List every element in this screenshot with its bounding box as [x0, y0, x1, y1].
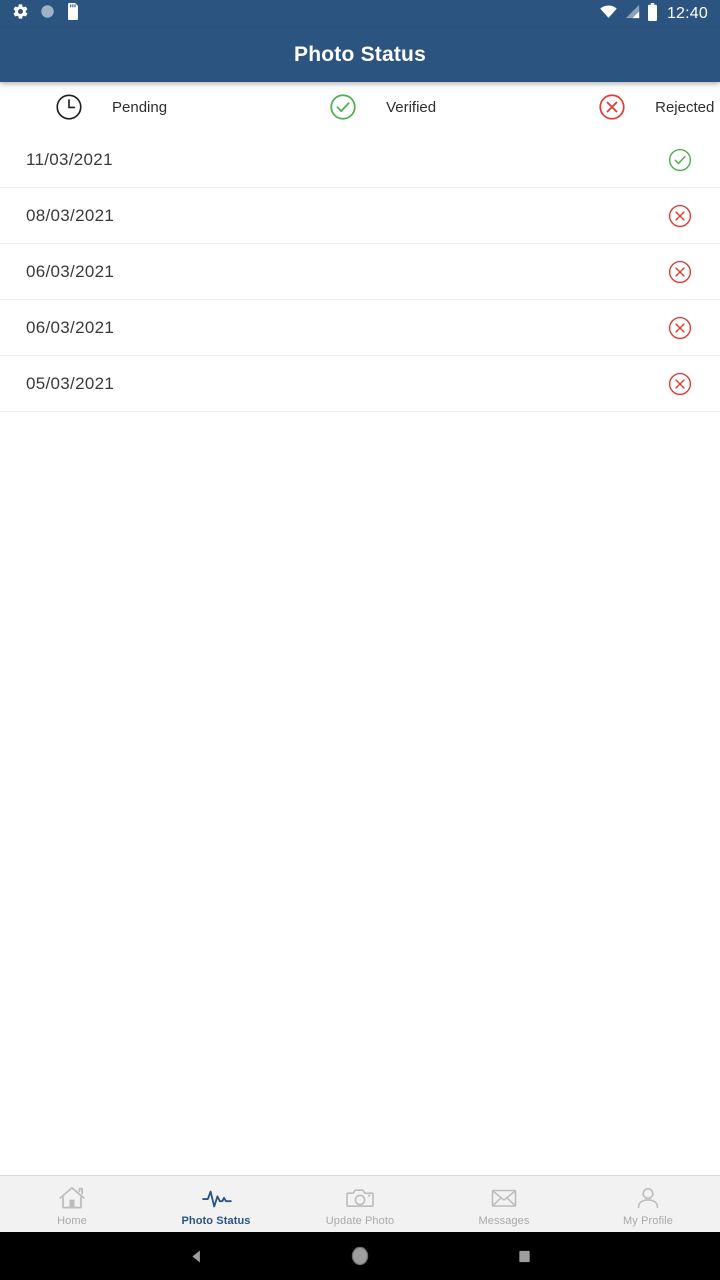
status-bar-right-icons: 12:40 — [599, 2, 708, 26]
clock-icon — [54, 92, 84, 122]
nav-item-update-photo[interactable]: Update Photo — [288, 1176, 432, 1232]
cellular-signal-icon — [624, 4, 641, 24]
circle-indicator-icon — [40, 4, 55, 24]
pulse-icon — [201, 1184, 232, 1212]
legend-label-pending: Pending — [112, 98, 168, 116]
table-row[interactable]: 05/03/2021 — [0, 356, 720, 412]
row-date: 05/03/2021 — [26, 373, 115, 393]
nav-item-messages[interactable]: Messages — [432, 1176, 576, 1232]
back-button[interactable] — [174, 1234, 218, 1278]
sd-card-icon — [66, 3, 80, 25]
nav-label-my-profile: My Profile — [623, 1215, 673, 1227]
legend-item-rejected: Rejected — [597, 82, 714, 132]
bottom-navigation: Home Photo Status Update Photo Messages … — [0, 1175, 720, 1232]
nav-label-update-photo: Update Photo — [325, 1215, 395, 1227]
status-bar-clock: 12:40 — [666, 5, 708, 22]
table-row[interactable]: 11/03/2021 — [0, 132, 720, 188]
x-circle-icon — [667, 315, 693, 341]
check-circle-icon — [328, 92, 358, 122]
table-row[interactable]: 06/03/2021 — [0, 300, 720, 356]
nav-item-photo-status[interactable]: Photo Status — [144, 1176, 288, 1232]
page-title: Photo Status — [294, 43, 426, 66]
status-bar-left-icons — [12, 3, 80, 25]
row-date: 06/03/2021 — [26, 317, 115, 337]
home-icon — [57, 1184, 87, 1212]
legend-item-verified: Verified — [328, 82, 436, 132]
home-button[interactable] — [338, 1234, 382, 1278]
android-system-nav — [0, 1232, 720, 1280]
row-date: 11/03/2021 — [26, 149, 113, 169]
status-bar: 12:40 — [0, 0, 720, 28]
nav-label-photo-status: Photo Status — [181, 1215, 251, 1227]
app-root: 12:40 Photo Status Pending Verified Reje… — [0, 0, 720, 1280]
envelope-icon — [489, 1184, 519, 1212]
wifi-icon — [599, 4, 618, 24]
nav-label-home: Home — [57, 1215, 87, 1227]
nav-item-home[interactable]: Home — [0, 1176, 144, 1232]
nav-label-messages: Messages — [478, 1215, 530, 1227]
battery-full-icon — [647, 2, 658, 26]
legend-label-verified: Verified — [386, 98, 437, 116]
settings-gear-icon — [12, 3, 29, 25]
row-date: 06/03/2021 — [26, 261, 115, 281]
x-circle-icon — [667, 371, 693, 397]
recents-button[interactable] — [502, 1234, 546, 1278]
person-icon — [633, 1184, 663, 1212]
legend-label-rejected: Rejected — [655, 98, 715, 116]
nav-item-my-profile[interactable]: My Profile — [576, 1176, 720, 1232]
table-row[interactable]: 06/03/2021 — [0, 244, 720, 300]
x-circle-icon — [667, 259, 693, 285]
table-row[interactable]: 08/03/2021 — [0, 188, 720, 244]
photo-status-list: 11/03/2021 08/03/2021 06/03/2021 06/03/2… — [0, 132, 720, 1175]
app-bar: Photo Status — [0, 28, 720, 82]
legend-item-pending: Pending — [54, 82, 167, 132]
row-date: 08/03/2021 — [26, 205, 115, 225]
status-legend: Pending Verified Rejected — [0, 82, 720, 132]
x-circle-icon — [597, 92, 627, 122]
camera-icon — [345, 1184, 375, 1212]
x-circle-icon — [667, 203, 693, 229]
check-circle-icon — [667, 147, 693, 173]
